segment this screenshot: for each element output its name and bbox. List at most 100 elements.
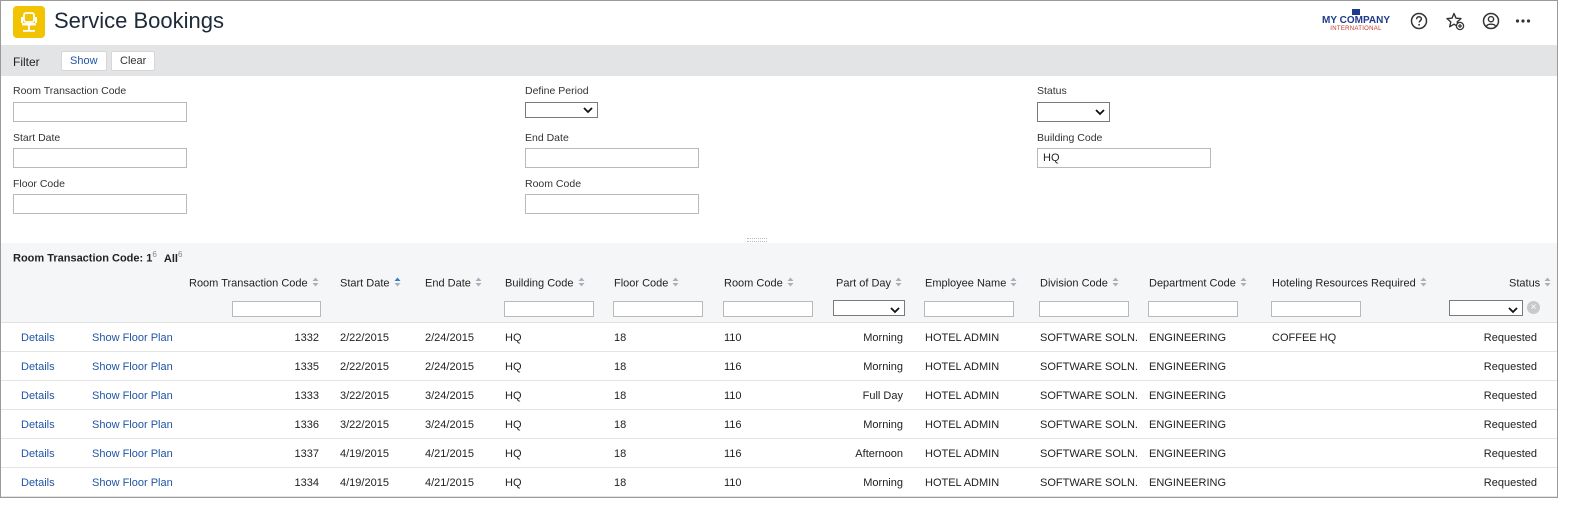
column-header-status[interactable]: Status	[1509, 277, 1551, 290]
bookings-grid: Room Transaction Code: 16 All6 Room Tran…	[1, 243, 1557, 497]
status-select[interactable]	[1037, 102, 1110, 122]
cell-part-of-day: Morning	[863, 419, 903, 431]
column-header-label: Start Date	[340, 277, 390, 290]
details-link[interactable]: Details	[21, 448, 55, 460]
panel-splitter-handle[interactable]	[747, 238, 767, 242]
cell-floor-code: 18	[614, 361, 627, 373]
sort-icon[interactable]	[672, 277, 679, 290]
details-link[interactable]: Details	[21, 419, 55, 431]
show-floor-plan-link[interactable]: Show Floor Plan	[92, 361, 173, 373]
cell-room-transaction-code: 1332	[294, 332, 319, 344]
floor-code-input[interactable]	[13, 194, 187, 214]
column-header-floor-code[interactable]: Floor Code	[614, 277, 679, 290]
chevron-down-icon	[1095, 109, 1105, 116]
show-button[interactable]: Show	[61, 51, 107, 71]
cell-status: Requested	[1483, 419, 1537, 431]
define-period-select[interactable]	[525, 102, 598, 118]
column-filter-room-transaction-code[interactable]	[232, 301, 321, 317]
column-filter-status[interactable]	[1449, 300, 1523, 316]
sort-icon[interactable]	[1112, 277, 1119, 290]
show-floor-plan-link[interactable]: Show Floor Plan	[92, 448, 173, 460]
show-floor-plan-link[interactable]: Show Floor Plan	[92, 419, 173, 431]
cell-floor-code: 18	[614, 332, 627, 344]
start-date-label: Start Date	[13, 132, 61, 144]
column-header-room-transaction-code[interactable]: Room Transaction Code	[189, 277, 319, 290]
cell-building-code: HQ	[505, 448, 522, 460]
column-filter-employee-name[interactable]	[924, 301, 1014, 317]
user-account-icon[interactable]	[1481, 11, 1501, 31]
room-transaction-code-input[interactable]	[13, 102, 187, 122]
cell-part-of-day: Morning	[863, 332, 903, 344]
sort-icon[interactable]	[1420, 277, 1427, 290]
cell-department-code: ENGINEERING	[1149, 361, 1227, 373]
cell-room-transaction-code: 1333	[294, 390, 319, 402]
sort-ascending-icon[interactable]	[394, 277, 401, 290]
help-icon[interactable]	[1409, 11, 1429, 31]
cell-building-code: HQ	[505, 361, 522, 373]
chevron-down-icon	[583, 107, 593, 114]
cell-end-date: 2/24/2015	[425, 332, 474, 344]
column-filter-room-code[interactable]	[723, 301, 813, 317]
define-period-label: Define Period	[525, 85, 589, 97]
floor-code-label: Floor Code	[13, 178, 65, 190]
column-filter-hoteling-resources[interactable]	[1271, 301, 1361, 317]
column-header-part-of-day[interactable]: Part of Day	[836, 277, 902, 290]
favorites-add-icon[interactable]	[1445, 11, 1465, 31]
clear-filter-icon[interactable]: ×	[1527, 301, 1540, 314]
room-transaction-code-label: Room Transaction Code	[13, 85, 127, 97]
column-header-building-code[interactable]: Building Code	[505, 277, 585, 290]
details-link[interactable]: Details	[21, 332, 55, 344]
sort-icon[interactable]	[578, 277, 585, 290]
cell-room-transaction-code: 1334	[294, 477, 319, 489]
sort-icon[interactable]	[312, 277, 319, 290]
column-header-label: Part of Day	[836, 277, 892, 290]
cell-building-code: HQ	[505, 332, 522, 344]
filter-bar: Filter Show Clear	[1, 45, 1557, 76]
show-floor-plan-link[interactable]: Show Floor Plan	[92, 390, 173, 402]
column-filter-building-code[interactable]	[504, 301, 594, 317]
sort-icon[interactable]	[787, 277, 794, 290]
cell-floor-code: 18	[614, 390, 627, 402]
end-date-input[interactable]	[525, 148, 699, 168]
cell-floor-code: 18	[614, 448, 627, 460]
column-header-start-date[interactable]: Start Date	[340, 277, 401, 290]
cell-start-date: 2/22/2015	[340, 332, 389, 344]
more-icon[interactable]	[1513, 11, 1533, 31]
details-link[interactable]: Details	[21, 390, 55, 402]
details-link[interactable]: Details	[21, 361, 55, 373]
table-row: Details Show Floor Plan 1333 3/22/2015 3/24/…	[1, 381, 1557, 410]
sort-icon[interactable]	[895, 277, 902, 290]
cell-part-of-day: Morning	[863, 361, 903, 373]
column-header-hoteling-resources[interactable]: Hoteling Resources Required	[1272, 277, 1427, 290]
sort-icon[interactable]	[1010, 277, 1017, 290]
record-count-all[interactable]: All	[164, 253, 178, 265]
clear-button[interactable]: Clear	[111, 51, 156, 71]
details-link[interactable]: Details	[21, 477, 55, 489]
column-filter-division-code[interactable]	[1039, 301, 1129, 317]
column-filter-floor-code[interactable]	[613, 301, 703, 317]
column-filter-department-code[interactable]	[1148, 301, 1238, 317]
start-date-input[interactable]	[13, 148, 187, 168]
building-code-input[interactable]	[1037, 148, 1211, 168]
cell-end-date: 4/21/2015	[425, 477, 474, 489]
cell-status: Requested	[1483, 477, 1537, 489]
column-header-end-date[interactable]: End Date	[425, 277, 482, 290]
sort-icon[interactable]	[1240, 277, 1247, 290]
room-code-input[interactable]	[525, 194, 699, 214]
cell-building-code: HQ	[505, 477, 522, 489]
cell-start-date: 3/22/2015	[340, 419, 389, 431]
table-row: Details Show Floor Plan 1335 2/22/2015 2/24/…	[1, 352, 1557, 381]
column-header-employee-name[interactable]: Employee Name	[925, 277, 1017, 290]
show-floor-plan-link[interactable]: Show Floor Plan	[92, 332, 173, 344]
show-floor-plan-link[interactable]: Show Floor Plan	[92, 477, 173, 489]
cell-status: Requested	[1483, 448, 1537, 460]
column-filter-part-of-day[interactable]	[833, 300, 905, 316]
column-header-department-code[interactable]: Department Code	[1149, 277, 1247, 290]
chair-app-icon	[13, 6, 45, 38]
column-header-label: Division Code	[1040, 277, 1108, 290]
column-header-division-code[interactable]: Division Code	[1040, 277, 1119, 290]
sort-icon[interactable]	[475, 277, 482, 290]
sort-icon[interactable]	[1544, 277, 1551, 290]
column-header-room-code[interactable]: Room Code	[724, 277, 794, 290]
company-logo: MY COMPANY INTERNATIONAL	[1319, 9, 1393, 33]
